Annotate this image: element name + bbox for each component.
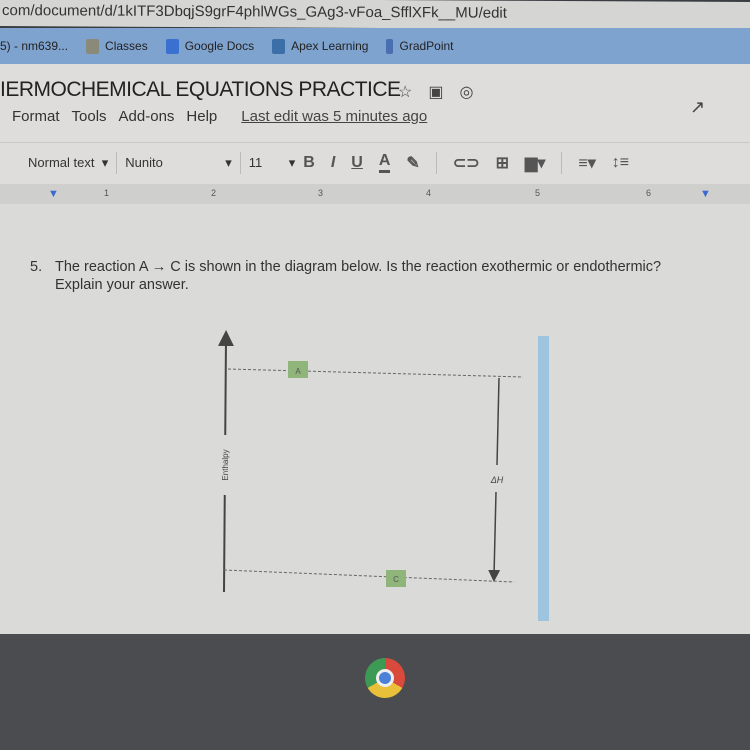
star-icon[interactable]: ☆ <box>398 82 412 102</box>
activity-trend-icon[interactable]: ↗ <box>690 97 705 118</box>
menu-help[interactable]: Help <box>186 108 217 125</box>
bookmarks-bar: 5) - nm639... Classes Google Docs Apex L… <box>0 28 750 64</box>
delta-h-label: ΔH <box>490 475 504 485</box>
highlight-pen-icon[interactable]: ✎ <box>406 153 419 173</box>
insert-image-icon[interactable]: ▆▾ <box>525 153 545 173</box>
enthalpy-label: Enthalpy <box>221 449 230 480</box>
move-folder-icon[interactable]: ▣ <box>428 82 443 102</box>
align-icon[interactable]: ≡▾ <box>578 153 595 173</box>
bookmark-classes[interactable]: Classes <box>86 38 148 54</box>
indent-marker-icon[interactable]: ▼ <box>48 188 59 200</box>
divider <box>239 151 241 174</box>
menu-format[interactable]: Format <box>12 108 60 125</box>
image-selection-bar <box>538 336 549 621</box>
link-icon[interactable]: ⊂⊃ <box>453 153 480 173</box>
ruler[interactable]: ▼ 1 2 3 4 5 6 ▼ <box>0 184 750 204</box>
question-5: 5. The reaction A → C is shown in the di… <box>30 259 662 293</box>
bookmark-nm639[interactable]: 5) - nm639... <box>0 39 68 53</box>
bookmark-google-docs[interactable]: Google Docs <box>165 38 254 54</box>
menu-add-ons[interactable]: Add-ons <box>119 108 175 125</box>
italic-button[interactable]: I <box>331 154 335 172</box>
last-edit-link[interactable]: Last edit was 5 minutes ago <box>241 108 427 125</box>
product-c-label: C <box>393 575 399 584</box>
menu-tools[interactable]: Tools <box>72 108 107 125</box>
apex-icon <box>272 38 286 54</box>
right-indent-marker-icon[interactable]: ▼ <box>700 188 711 200</box>
chevron-down-icon[interactable]: ▾ <box>225 155 232 171</box>
chevron-down-icon[interactable]: ▾ <box>289 155 296 171</box>
enthalpy-diagram: Enthalpy A C ΔH <box>214 330 524 593</box>
style-select[interactable]: Normal text ▾ <box>28 155 108 171</box>
reactant-a-label: A <box>295 367 301 376</box>
text-color-button[interactable]: A <box>378 152 391 173</box>
menu-bar: Format Tools Add-ons Help Last edit was … <box>12 108 427 125</box>
delta-h-arrow <box>488 491 501 582</box>
font-select[interactable]: Nunito <box>125 155 225 170</box>
bookmark-gradpoint[interactable]: GradPoint <box>386 38 454 54</box>
delta-h-arrow-top <box>496 377 500 466</box>
google-docs-icon <box>165 38 179 54</box>
line-spacing-icon[interactable]: ↕≡ <box>612 154 629 172</box>
divider <box>435 151 437 174</box>
chrome-icon[interactable] <box>365 658 405 698</box>
cloud-status-icon[interactable]: ◎ <box>459 82 473 102</box>
level-c-line <box>223 569 515 583</box>
divider <box>116 151 118 174</box>
add-comment-icon[interactable]: ⊞ <box>496 153 509 173</box>
level-a-line <box>227 368 524 378</box>
underline-button[interactable]: U <box>351 154 363 172</box>
bookmark-apex-learning[interactable]: Apex Learning <box>272 38 368 54</box>
document-title[interactable]: IERMOCHEMICAL EQUATIONS PRACTICE <box>0 78 401 102</box>
classroom-icon <box>86 38 100 54</box>
gradpoint-icon <box>386 38 394 54</box>
divider <box>561 151 563 174</box>
font-size-select[interactable]: 11 <box>249 155 289 170</box>
address-bar[interactable]: com/document/d/1kITF3DbqjS9grF4phlWGs_GA… <box>0 0 750 30</box>
toolbar: Normal text ▾ Nunito ▾ 11 ▾ B I U A ✎ ⊂⊃ ⊞… <box>0 142 750 182</box>
bold-button[interactable]: B <box>303 154 315 172</box>
